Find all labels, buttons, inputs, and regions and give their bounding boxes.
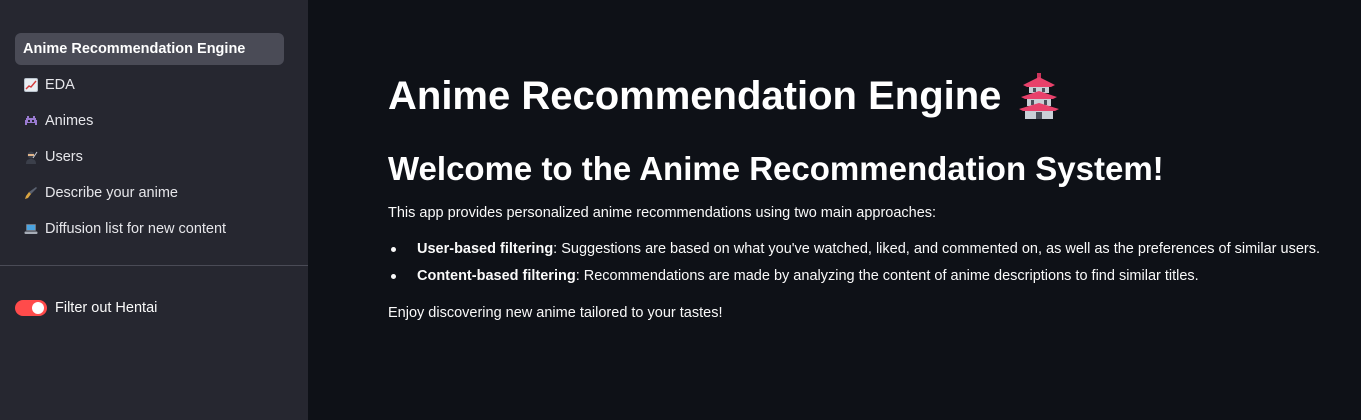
sidebar: Anime Recommendation Engine EDA Animes U… xyxy=(0,0,308,420)
nav-item-anime-recommendation-engine[interactable]: Anime Recommendation Engine xyxy=(15,33,284,65)
nav-item-eda[interactable]: EDA xyxy=(15,69,284,101)
nav-item-label: Animes xyxy=(45,113,94,129)
chart-increasing-icon xyxy=(24,78,38,92)
nav-item-diffusion-list[interactable]: Diffusion list for new content xyxy=(15,213,284,245)
sidebar-divider xyxy=(0,265,308,266)
toggle-label: Filter out Hentai xyxy=(55,300,158,316)
list-item-term: Content-based filtering xyxy=(417,268,576,284)
nav-item-users[interactable]: Users xyxy=(15,141,284,173)
nav-item-label: EDA xyxy=(45,77,75,93)
nav-item-label: Anime Recommendation Engine xyxy=(23,41,246,57)
list-item: Content-based filtering: Recommendations… xyxy=(388,265,1361,287)
nav-item-describe-your-anime[interactable]: Describe your anime xyxy=(15,177,284,209)
filter-hentai-toggle-row: Filter out Hentai xyxy=(15,300,157,316)
list-item: User-based filtering: Suggestions are ba… xyxy=(388,238,1361,260)
bullet-dot xyxy=(391,274,396,279)
filter-hentai-toggle[interactable] xyxy=(15,300,47,316)
app: Anime Recommendation Engine EDA Animes U… xyxy=(0,0,1361,420)
main-content: Anime Recommendation Engine Welcome to t… xyxy=(308,0,1361,420)
list-item-text: : Recommendations are made by analyzing … xyxy=(575,268,1199,284)
nav-item-label: Users xyxy=(45,149,83,165)
nav-item-label: Describe your anime xyxy=(45,185,178,201)
pagoda-icon xyxy=(1019,73,1060,119)
nav-item-label: Diffusion list for new content xyxy=(45,221,227,237)
bullet-dot xyxy=(391,247,396,252)
page-title: Anime Recommendation Engine xyxy=(388,0,1361,122)
toggle-knob xyxy=(32,302,44,314)
ninja-icon xyxy=(26,151,38,164)
laptop-icon xyxy=(24,224,38,234)
page-title-text: Anime Recommendation Engine xyxy=(388,74,1002,118)
list-item-term: User-based filtering xyxy=(417,241,554,257)
welcome-heading: Welcome to the Anime Recommendation Syst… xyxy=(388,150,1164,187)
approach-list: User-based filtering: Suggestions are ba… xyxy=(388,238,1361,287)
list-item-text: : Suggestions are based on what you've w… xyxy=(553,241,1321,257)
intro-paragraph: This app provides personalized anime rec… xyxy=(388,205,937,221)
space-invader-icon xyxy=(25,116,37,125)
nav-item-animes[interactable]: Animes xyxy=(15,105,284,137)
sidebar-nav: Anime Recommendation Engine EDA Animes U… xyxy=(0,0,308,245)
outro-paragraph: Enjoy discovering new anime tailored to … xyxy=(388,305,723,321)
fountain-pen-icon xyxy=(25,187,37,199)
